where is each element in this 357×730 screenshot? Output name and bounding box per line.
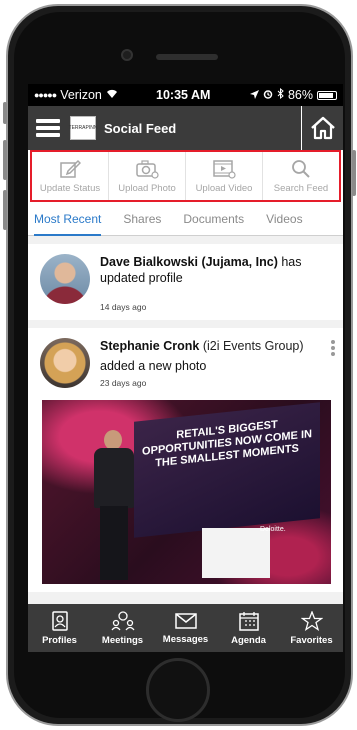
bottom-navigation: Profiles Meetings Messages Agenda Favori… — [28, 604, 343, 652]
update-status-label: Update Status — [39, 182, 101, 194]
tab-most-recent[interactable]: Most Recent — [34, 203, 102, 236]
envelope-icon — [174, 612, 197, 629]
feed-item-timestamp: 14 days ago — [100, 302, 147, 312]
podium — [202, 528, 270, 578]
feed-tabs: Most Recent Shares Documents Videos — [28, 202, 343, 236]
status-bar: ●●●●● Verizon 10:35 AM 86% — [28, 84, 343, 106]
brand-logo: TERRAPINN — [68, 116, 98, 140]
nav-agenda[interactable]: Agenda — [217, 604, 280, 652]
clock: 10:35 AM — [156, 88, 211, 102]
upload-photo-button[interactable]: Upload Photo — [109, 152, 186, 200]
logo-text: TERRAPINN — [68, 125, 98, 131]
edit-icon — [60, 159, 81, 178]
nav-meetings-label: Meetings — [101, 634, 144, 646]
earpiece-speaker — [156, 54, 218, 60]
quick-actions-bar: Update Status Upload Photo Upload Video — [30, 150, 341, 202]
signal-strength-icon: ●●●●● — [34, 90, 57, 100]
tab-videos[interactable]: Videos — [266, 203, 302, 235]
nav-messages[interactable]: Messages — [154, 604, 217, 652]
nav-profiles-label: Profiles — [42, 634, 77, 646]
feed-photo[interactable]: RETAIL'S BIGGEST OPPORTUNITIES NOW COME … — [42, 400, 331, 584]
feed-item-author[interactable]: Dave Bialkowski (Jujama, Inc) — [100, 255, 278, 269]
update-status-button[interactable]: Update Status — [32, 152, 109, 200]
location-icon — [249, 88, 259, 102]
feed-item-author[interactable]: Stephanie Cronk — [100, 339, 199, 353]
feed-item-affiliation: (i2i Events Group) — [202, 339, 304, 353]
tab-documents[interactable]: Documents — [183, 203, 244, 235]
battery-percent: 86% — [287, 88, 313, 102]
avatar[interactable] — [40, 338, 90, 388]
front-camera — [121, 49, 133, 61]
feed-item-text: Stephanie Cronk (i2i Events Group) — [100, 338, 304, 354]
battery-level-fill — [319, 92, 333, 98]
nav-favorites-label: Favorites — [290, 634, 333, 646]
more-options-icon[interactable] — [331, 340, 335, 356]
mute-switch — [3, 102, 7, 124]
volume-down-button — [3, 190, 7, 230]
upload-video-button[interactable]: Upload Video — [186, 152, 263, 200]
nav-favorites[interactable]: Favorites — [280, 604, 343, 652]
home-icon — [310, 116, 335, 140]
feed-item[interactable]: Stephanie Cronk (i2i Events Group) added… — [28, 328, 343, 592]
slide-text: RETAIL'S BIGGEST OPPORTUNITIES NOW COME … — [142, 418, 312, 470]
tab-shares[interactable]: Shares — [123, 203, 161, 235]
profile-icon — [51, 610, 68, 631]
avatar[interactable] — [40, 254, 90, 304]
activity-feed: Dave Bialkowski (Jujama, Inc) has update… — [28, 236, 343, 652]
calendar-icon — [238, 611, 259, 631]
carrier-info: ●●●●● Verizon — [34, 88, 118, 102]
nav-profiles[interactable]: Profiles — [28, 604, 91, 652]
app-screen: ●●●●● Verizon 10:35 AM 86% TERRAPINN Soc… — [28, 84, 343, 652]
battery-icon — [317, 90, 337, 100]
search-feed-button[interactable]: Search Feed — [263, 152, 339, 200]
feed-item-action: added a new photo — [100, 359, 207, 373]
presentation-slide: RETAIL'S BIGGEST OPPORTUNITIES NOW COME … — [134, 402, 320, 538]
feed-item-timestamp: 23 days ago — [100, 378, 147, 388]
app-navbar: TERRAPINN Social Feed — [28, 106, 343, 150]
volume-up-button — [3, 140, 7, 180]
nav-meetings[interactable]: Meetings — [91, 604, 154, 652]
home-button[interactable] — [301, 106, 343, 150]
camera-icon — [136, 159, 159, 179]
upload-video-label: Upload Video — [195, 182, 253, 194]
search-icon — [292, 159, 310, 178]
meetings-icon — [110, 610, 135, 630]
wifi-icon — [106, 88, 118, 102]
feed-item[interactable]: Dave Bialkowski (Jujama, Inc) has update… — [28, 244, 343, 320]
upload-photo-label: Upload Photo — [118, 182, 176, 194]
device-home-button[interactable] — [146, 658, 210, 722]
podium-logo: Deloitte. — [260, 526, 286, 533]
feed-item-text: Dave Bialkowski (Jujama, Inc) has update… — [100, 254, 333, 286]
alarm-icon — [263, 88, 273, 102]
video-icon — [213, 159, 236, 179]
star-icon — [300, 610, 323, 631]
nav-agenda-label: Agenda — [231, 634, 266, 646]
menu-icon[interactable] — [36, 119, 60, 137]
search-feed-label: Search Feed — [273, 182, 329, 194]
power-button — [352, 150, 356, 196]
status-right: 86% — [249, 87, 337, 102]
page-title: Social Feed — [104, 120, 177, 136]
presenter-figure — [90, 430, 138, 580]
bluetooth-icon — [277, 87, 284, 102]
carrier-name: Verizon — [60, 88, 102, 102]
nav-messages-label: Messages — [162, 633, 209, 645]
